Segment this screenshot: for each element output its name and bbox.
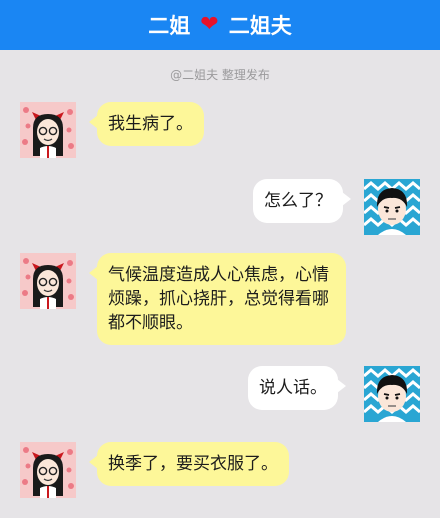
girl-avatar-icon[interactable] — [20, 102, 76, 158]
message-bubble: 气候温度造成人心焦虑，心情烦躁，抓心挠肝，总觉得看哪都不顺眼。 — [89, 253, 346, 345]
header-right-name: 二姐夫 — [228, 14, 292, 38]
credit-line: @二姐夫 整理发布 — [170, 68, 270, 82]
girl-avatar-icon[interactable] — [20, 442, 76, 498]
message-bubble: 怎么了？ — [253, 179, 351, 223]
message-bubble: 我生病了。 — [89, 102, 204, 146]
message-bubble: 换季了，要买衣服了。 — [89, 442, 289, 486]
chat-header: 二姐 ❤ 二姐夫 — [0, 0, 440, 50]
boy-avatar-icon[interactable] — [364, 179, 420, 235]
heart-icon: ❤ — [200, 12, 219, 37]
girl-avatar-icon[interactable] — [20, 253, 76, 309]
header-left-name: 二姐 — [148, 14, 191, 38]
message-bubble: 说人话。 — [248, 366, 346, 410]
boy-avatar-icon[interactable] — [364, 366, 420, 422]
